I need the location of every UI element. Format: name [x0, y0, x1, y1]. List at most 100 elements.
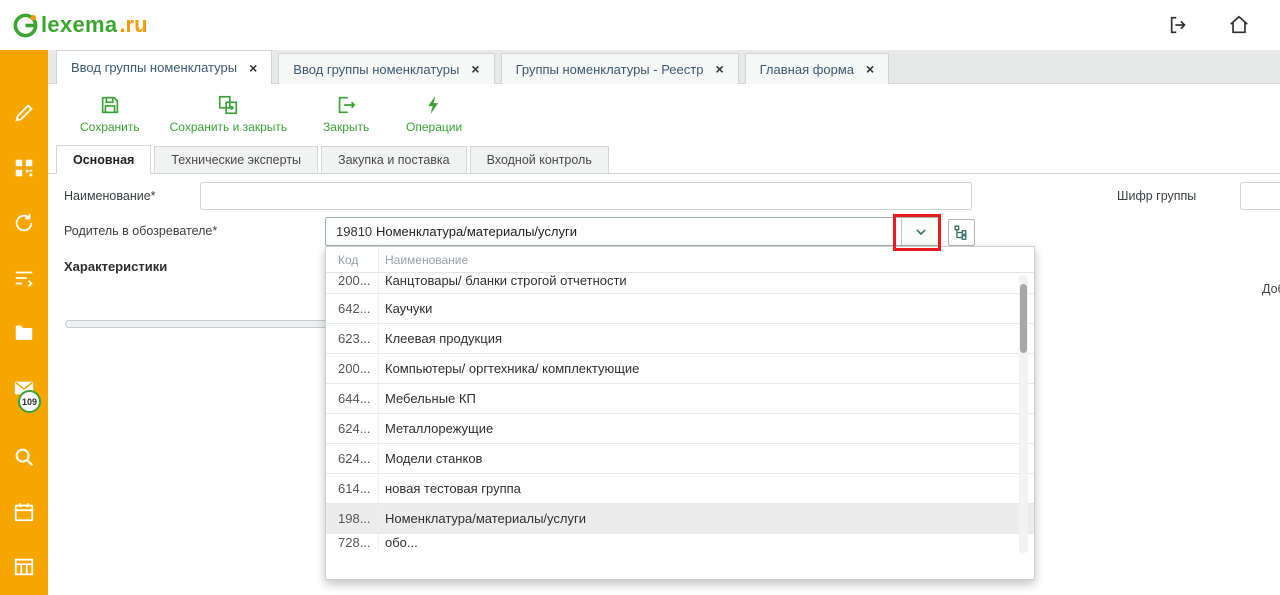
switch-window-icon[interactable] — [1168, 14, 1190, 36]
row-name: обо... — [379, 535, 418, 550]
add-characteristic-button[interactable]: Добавить — [1262, 282, 1280, 296]
row-name: Компьютеры/ оргтехника/ комплектующие — [379, 361, 639, 376]
row-name: Канцтовары/ бланки строгой отчетности — [379, 273, 627, 294]
operations-icon — [423, 94, 445, 116]
row-name: Мебельные КП — [379, 391, 476, 406]
row-code: 623... — [326, 324, 379, 353]
subtab-zakupka[interactable]: Закупка и поставка — [321, 146, 467, 173]
table-icon[interactable] — [13, 556, 35, 578]
subtab-tech-experty[interactable]: Технические эксперты — [154, 146, 318, 173]
sidebar: 109 — [0, 50, 48, 595]
tree-icon — [953, 224, 970, 241]
app-header: lexema.ru — [0, 0, 1280, 50]
dropdown-row[interactable]: 614... новая тестовая группа — [326, 474, 1034, 504]
subtab-osnovnaya[interactable]: Основная — [56, 145, 151, 174]
logo-tld: .ru — [119, 12, 147, 38]
tab-close-icon[interactable]: × — [866, 62, 874, 76]
name-input[interactable] — [200, 182, 972, 210]
logo-name: lexema — [41, 12, 117, 38]
tree-view-button[interactable] — [948, 219, 975, 246]
row-name: Номенклатура/материалы/услуги — [379, 511, 586, 526]
folder-icon[interactable] — [13, 322, 35, 344]
cipher-label: Шифр группы — [1117, 189, 1196, 203]
save-icon — [99, 94, 121, 116]
dropdown-row[interactable]: 200... Канцтовары/ бланки строгой отчетн… — [326, 273, 1034, 294]
cipher-input[interactable] — [1240, 182, 1280, 210]
header-icons — [1168, 14, 1250, 36]
toolbar: Сохранить Сохранить и закрыть Закрыть Оп… — [48, 84, 1280, 144]
parent-name-value: Номенклатура/материалы/услуги — [376, 224, 901, 239]
tab-vvod-gruppy-1[interactable]: Ввод группы номенклатуры × — [56, 50, 272, 84]
sync-icon[interactable] — [13, 212, 35, 234]
form-subtabs: Основная Технические эксперты Закупка и … — [48, 144, 1280, 174]
row-code: 198... — [326, 504, 379, 533]
row-code: 728... — [326, 534, 379, 551]
dropdown-row[interactable]: 623... Клеевая продукция — [326, 324, 1034, 354]
row-name: Каучуки — [379, 301, 432, 316]
mail-icon[interactable]: 109 — [13, 377, 35, 399]
parent-label: Родитель в обозревателе* — [64, 224, 217, 238]
subtab-vhodnoy-kontrol[interactable]: Входной контроль — [470, 146, 609, 173]
column-header-code: Код — [326, 247, 379, 272]
mail-badge: 109 — [18, 390, 41, 413]
operations-label: Операции — [406, 120, 462, 134]
dropdown-row[interactable]: 642... Каучуки — [326, 294, 1034, 324]
close-form-label: Закрыть — [323, 120, 369, 134]
dropdown-row[interactable]: 624... Металлорежущие — [326, 414, 1034, 444]
tab-label: Группы номенклатуры - Реестр — [516, 62, 704, 77]
row-name: Клеевая продукция — [379, 331, 502, 346]
tab-close-icon[interactable]: × — [715, 62, 723, 76]
row-code: 200... — [326, 273, 379, 294]
parent-dropdown-list: Код Наименование 200... Канцтовары/ блан… — [325, 246, 1035, 580]
close-form-icon — [335, 94, 357, 116]
dropdown-row[interactable]: 728... обо... — [326, 534, 1034, 551]
row-name: Металлорежущие — [379, 421, 493, 436]
tab-close-icon[interactable]: × — [249, 61, 257, 75]
search-icon[interactable] — [13, 446, 35, 468]
characteristics-title: Характеристики — [64, 259, 167, 274]
parent-combobox[interactable]: 19810 Номенклатура/материалы/услуги — [325, 217, 940, 246]
logo-g-icon — [12, 12, 39, 39]
row-code: 644... — [326, 384, 379, 413]
dropdown-row-selected[interactable]: 198... Номенклатура/материалы/услуги — [326, 504, 1034, 534]
row-name: Модели станков — [379, 451, 482, 466]
tab-glavnaya-forma[interactable]: Главная форма × — [745, 53, 890, 84]
edit-icon[interactable] — [13, 102, 35, 124]
dropdown-row[interactable]: 644... Мебельные КП — [326, 384, 1034, 414]
save-close-button[interactable]: Сохранить и закрыть — [170, 94, 287, 134]
list-icon[interactable] — [13, 267, 35, 289]
save-label: Сохранить — [80, 120, 140, 134]
tab-vvod-gruppy-2[interactable]: Ввод группы номенклатуры × — [278, 53, 494, 84]
dropdown-header: Код Наименование — [326, 247, 1034, 273]
tab-gruppy-reestr[interactable]: Группы номенклатуры - Реестр × — [501, 53, 739, 84]
row-name: новая тестовая группа — [379, 481, 521, 496]
combo-dropdown-button[interactable] — [901, 218, 939, 245]
dropdown-row[interactable]: 200... Компьютеры/ оргтехника/ комплекту… — [326, 354, 1034, 384]
tab-label: Ввод группы номенклатуры — [71, 60, 237, 75]
chevron-down-icon — [914, 225, 928, 239]
close-form-button[interactable]: Закрыть — [317, 94, 375, 134]
dropdown-row[interactable]: 624... Модели станков — [326, 444, 1034, 474]
calendar-icon[interactable] — [13, 501, 35, 523]
row-code: 624... — [326, 444, 379, 473]
save-close-label: Сохранить и закрыть — [170, 120, 287, 134]
row-code: 614... — [326, 474, 379, 503]
tab-close-icon[interactable]: × — [471, 62, 479, 76]
qr-icon[interactable] — [13, 157, 35, 179]
save-button[interactable]: Сохранить — [80, 94, 140, 134]
operations-button[interactable]: Операции — [405, 94, 463, 134]
form-main: Наименование* Шифр группы Родитель в обо… — [48, 175, 1280, 595]
tab-label: Ввод группы номенклатуры — [293, 62, 459, 77]
main-tabstrip: Ввод группы номенклатуры × Ввод группы н… — [48, 50, 1280, 84]
name-label: Наименование* — [64, 189, 156, 203]
dropdown-scrollbar-track[interactable] — [1019, 275, 1028, 553]
tab-label: Главная форма — [760, 62, 854, 77]
row-code: 624... — [326, 414, 379, 443]
column-header-name: Наименование — [379, 253, 468, 267]
home-icon[interactable] — [1228, 14, 1250, 36]
row-code: 200... — [326, 354, 379, 383]
save-close-icon — [217, 94, 239, 116]
parent-code-value: 19810 — [326, 224, 376, 239]
logo[interactable]: lexema.ru — [12, 12, 148, 39]
dropdown-scrollbar-thumb[interactable] — [1020, 284, 1027, 353]
